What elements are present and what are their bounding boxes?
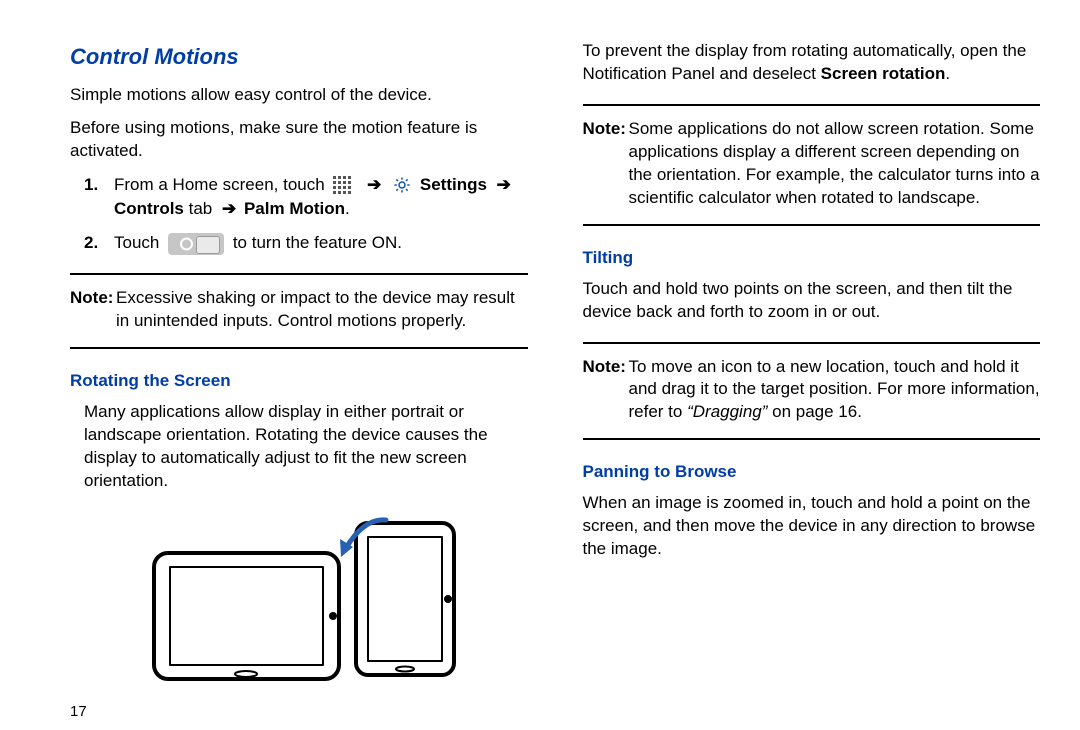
step-1-settings: Settings xyxy=(420,175,492,194)
note-1: Note: Excessive shaking or impact to the… xyxy=(70,287,528,333)
divider xyxy=(583,438,1041,440)
toggle-off-icon xyxy=(168,233,224,255)
note-3-text-c: on page 16. xyxy=(767,402,862,421)
arrow-icon: ➔ xyxy=(367,173,381,197)
settings-gear-icon xyxy=(393,176,411,194)
para-intro1: Simple motions allow easy control of the… xyxy=(70,84,528,107)
note-2-text: Some applications do not allow screen ro… xyxy=(629,119,1040,207)
divider xyxy=(583,104,1041,106)
step-1-controls: Controls xyxy=(114,199,184,218)
step-1-text-a: From a Home screen, touch xyxy=(114,175,329,194)
page-number: 17 xyxy=(70,685,528,720)
step-2-text-a: Touch xyxy=(114,233,164,252)
arrow-icon-2: ➔ xyxy=(497,173,511,197)
note-3-label: Note: xyxy=(583,356,626,379)
right-top-c: . xyxy=(945,64,950,83)
para-intro2: Before using motions, make sure the moti… xyxy=(70,117,528,163)
step-1: 1. From a Home screen, touch ➔ xyxy=(70,173,528,221)
note-3-ref: “Dragging” xyxy=(687,402,767,421)
para-right-top: To prevent the display from rotating aut… xyxy=(583,40,1041,86)
para-tilting: Touch and hold two points on the screen,… xyxy=(583,278,1041,324)
step-2: 2. Touch to turn the feature ON. xyxy=(70,231,528,255)
step-1-num: 1. xyxy=(84,173,98,197)
note-3: Note: To move an icon to a new location,… xyxy=(583,356,1041,425)
step-1-palm: Palm Motion xyxy=(239,199,345,218)
heading-tilting: Tilting xyxy=(583,248,1041,268)
arrow-icon-3: ➔ xyxy=(222,197,236,221)
divider xyxy=(583,224,1041,226)
step-2-text-b: to turn the feature ON. xyxy=(233,233,402,252)
divider xyxy=(70,347,528,349)
right-top-a: To prevent the display from rotating aut… xyxy=(583,41,1027,83)
note-2: Note: Some applications do not allow scr… xyxy=(583,118,1041,210)
heading-panning: Panning to Browse xyxy=(583,462,1041,482)
right-top-b: Screen rotation xyxy=(821,64,946,83)
para-panning: When an image is zoomed in, touch and ho… xyxy=(583,492,1041,561)
step-1-tab: tab xyxy=(184,199,217,218)
divider xyxy=(70,273,528,275)
note-1-text: Excessive shaking or impact to the devic… xyxy=(116,288,515,330)
divider xyxy=(583,342,1041,344)
rotation-illustration xyxy=(134,515,464,685)
para-rotating: Many applications allow display in eithe… xyxy=(84,401,528,493)
heading-control-motions: Control Motions xyxy=(70,44,528,70)
heading-rotating: Rotating the Screen xyxy=(70,371,528,391)
step-2-num: 2. xyxy=(84,231,98,255)
note-2-label: Note: xyxy=(583,118,626,141)
note-1-label: Note: xyxy=(70,287,113,310)
apps-grid-icon xyxy=(333,176,353,194)
